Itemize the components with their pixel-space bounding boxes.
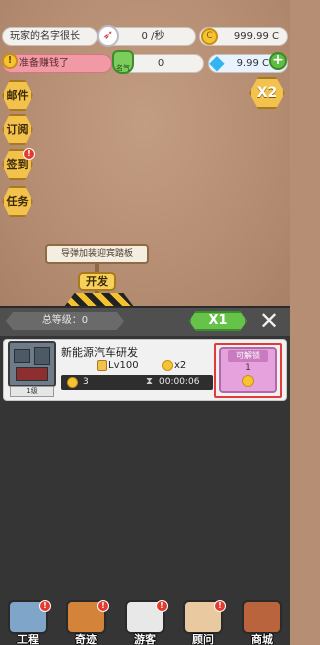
checkin-button[interactable]: 签到 !	[1, 148, 35, 182]
coin-icon	[162, 360, 173, 371]
project-thumbnail	[8, 341, 56, 387]
notification-badge: !	[97, 600, 109, 612]
diamond-icon: ◆	[209, 50, 225, 74]
building-block	[34, 347, 50, 365]
notification-badge: !	[156, 600, 168, 612]
coin-icon	[67, 377, 78, 388]
subscribe-label: 订阅	[2, 114, 33, 145]
unlock-cost: 1	[245, 363, 251, 373]
building-block	[16, 367, 48, 381]
warning-icon: !	[2, 53, 18, 69]
mail-label: 邮件	[2, 80, 33, 111]
nav-label: 商城	[251, 633, 273, 645]
tasks-label: 任务	[2, 186, 33, 217]
nav-label: 奇迹	[75, 633, 97, 645]
hazard-stripe	[64, 293, 134, 307]
lock-icon	[97, 360, 107, 371]
notification-badge: !	[214, 600, 226, 612]
project-level: Lv100	[108, 360, 139, 371]
subscribe-button[interactable]: 订阅	[1, 114, 34, 147]
nav-label: 工程	[17, 633, 39, 645]
coin-icon	[242, 375, 254, 387]
billboard: 导弹加装迎宾踏板	[45, 244, 149, 264]
fame-badge-icon: 名气	[112, 50, 134, 74]
develop-button[interactable]: 开发	[78, 272, 116, 291]
project-title: 新能源汽车研发	[61, 346, 138, 359]
add-gems-button[interactable]: +	[269, 52, 287, 70]
hourglass-icon: ⧗	[146, 376, 154, 387]
nav-wonders[interactable]: ! 奇迹	[60, 600, 112, 645]
nav-advisors[interactable]: ! 顾问	[177, 600, 229, 645]
total-level: 总等级：0	[6, 312, 124, 330]
nav-shop[interactable]: 商城	[236, 600, 288, 645]
nav-visitors[interactable]: ! 游客	[119, 600, 171, 645]
nav-engineering[interactable]: ! 工程	[2, 600, 54, 645]
rocket-icon: ➶	[97, 25, 119, 47]
mail-button[interactable]: 邮件	[1, 80, 34, 113]
project-multiplier: x2	[174, 360, 187, 371]
player-name[interactable]: 玩家的名字很长	[2, 27, 98, 46]
coin-icon: C	[201, 28, 218, 45]
nav-label: 顾问	[192, 633, 214, 645]
goal-banner[interactable]: 准备赚钱了	[2, 54, 112, 73]
shop-icon	[242, 600, 282, 634]
speed-multiplier-button[interactable]: X1	[189, 311, 247, 331]
notification-badge: !	[23, 148, 35, 160]
project-duration: 00:00:06	[159, 377, 200, 387]
project-level-tag: 1级	[10, 386, 54, 397]
building-block	[14, 349, 30, 363]
tasks-button[interactable]: 任务	[1, 186, 34, 219]
close-icon[interactable]: ✕	[257, 309, 281, 333]
unlock-label: 可解锁	[228, 350, 268, 362]
project-coin-output: 3	[83, 377, 89, 387]
notification-badge: !	[39, 600, 51, 612]
nav-label: 游客	[134, 633, 156, 645]
